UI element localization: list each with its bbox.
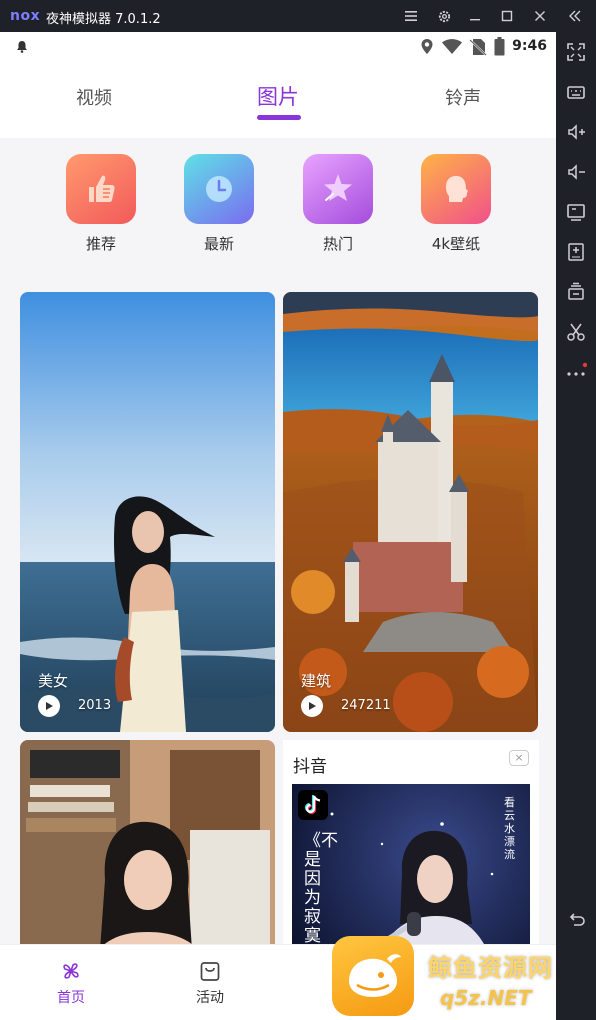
wallpaper-card-beauty[interactable]: 美女 2013 <box>20 292 275 732</box>
back-icon[interactable] <box>564 908 588 932</box>
play-icon[interactable] <box>301 695 323 717</box>
volume-up-icon[interactable] <box>564 120 588 144</box>
category-recommended[interactable]: 推荐 <box>56 154 146 254</box>
multi-instance-icon[interactable] <box>564 280 588 304</box>
play-icon[interactable] <box>38 695 60 717</box>
battery-icon <box>494 37 505 56</box>
watermark-text: 鲸鱼资源网 <box>428 954 553 982</box>
clock-icon <box>184 154 254 224</box>
site-watermark: 鲸鱼资源网 q5z.NET <box>330 936 556 1020</box>
minimize-icon[interactable] <box>464 5 486 27</box>
star-icon <box>303 154 373 224</box>
face-icon <box>421 154 491 224</box>
tab-video[interactable]: 视频 <box>76 84 112 110</box>
keyboard-icon[interactable] <box>564 80 588 104</box>
ad-title: 抖音 <box>293 757 327 777</box>
emulator-sidebar <box>556 32 596 1020</box>
category-label: 推荐 <box>85 235 116 253</box>
collapse-icon[interactable] <box>564 5 586 27</box>
castle-photo <box>283 292 538 732</box>
more-icon[interactable] <box>564 360 588 384</box>
category-label: 最新 <box>203 235 234 253</box>
card-count: 2013 <box>78 698 112 713</box>
nav-activity[interactable]: 活动 <box>180 959 240 1007</box>
whale-logo-icon <box>332 936 414 1016</box>
ad-close-button[interactable]: × <box>509 750 529 766</box>
location-icon <box>421 39 433 54</box>
nox-logo: nox <box>10 8 41 24</box>
bag-icon <box>200 962 220 981</box>
card-count: 247211 <box>341 698 391 713</box>
gear-icon[interactable] <box>433 5 455 27</box>
ad-side-text: 看云水漂流 <box>504 796 515 861</box>
fullscreen-icon[interactable] <box>564 40 588 64</box>
tab-bar: 视频 图片 铃声 <box>0 60 556 138</box>
emulator-title-bar: nox 夜神模拟器 7.0.1.2 <box>0 0 596 32</box>
card-title: 美女 <box>38 672 69 690</box>
status-bar: 9:46 <box>0 32 556 60</box>
watermark-domain: q5z.NET <box>440 986 532 1010</box>
notification-bell-icon <box>17 41 27 53</box>
category-label: 4k壁纸 <box>431 235 481 253</box>
nav-home[interactable]: 首页 <box>41 959 101 1007</box>
close-icon[interactable] <box>529 5 551 27</box>
status-time: 9:46 <box>512 38 547 54</box>
card-title: 建筑 <box>301 672 332 690</box>
nav-label: 首页 <box>57 990 85 1006</box>
android-screen: 9:46 视频 图片 铃声 推荐 最新 热门 4k壁纸 美女 2013 建筑 2… <box>0 32 556 1020</box>
tab-ringtones[interactable]: 铃声 <box>445 84 481 110</box>
category-label: 热门 <box>322 235 353 253</box>
nav-label: 活动 <box>196 990 224 1006</box>
tab-pictures[interactable]: 图片 <box>257 81 299 111</box>
apk-install-icon[interactable] <box>564 240 588 264</box>
emulator-title: 夜神模拟器 7.0.1.2 <box>46 12 161 27</box>
wifi-icon <box>442 39 462 54</box>
tiktok-logo-icon <box>298 790 328 820</box>
category-latest[interactable]: 最新 <box>174 154 264 254</box>
no-sim-icon <box>469 39 487 56</box>
wallpaper-card-architecture[interactable]: 建筑 247211 <box>283 292 538 732</box>
thumbs-up-icon <box>66 154 136 224</box>
maximize-icon[interactable] <box>496 5 518 27</box>
beach-photo <box>20 292 275 732</box>
volume-down-icon[interactable] <box>564 160 588 184</box>
screen-icon[interactable] <box>564 200 588 224</box>
scissors-icon[interactable] <box>564 320 588 344</box>
tab-active-indicator <box>257 115 301 120</box>
home-flower-icon <box>63 963 79 979</box>
category-hot[interactable]: 热门 <box>293 154 383 254</box>
category-row: 推荐 最新 热门 4k壁纸 <box>0 138 556 278</box>
category-4k-wallpaper[interactable]: 4k壁纸 <box>411 154 501 254</box>
menu-icon[interactable] <box>400 5 422 27</box>
